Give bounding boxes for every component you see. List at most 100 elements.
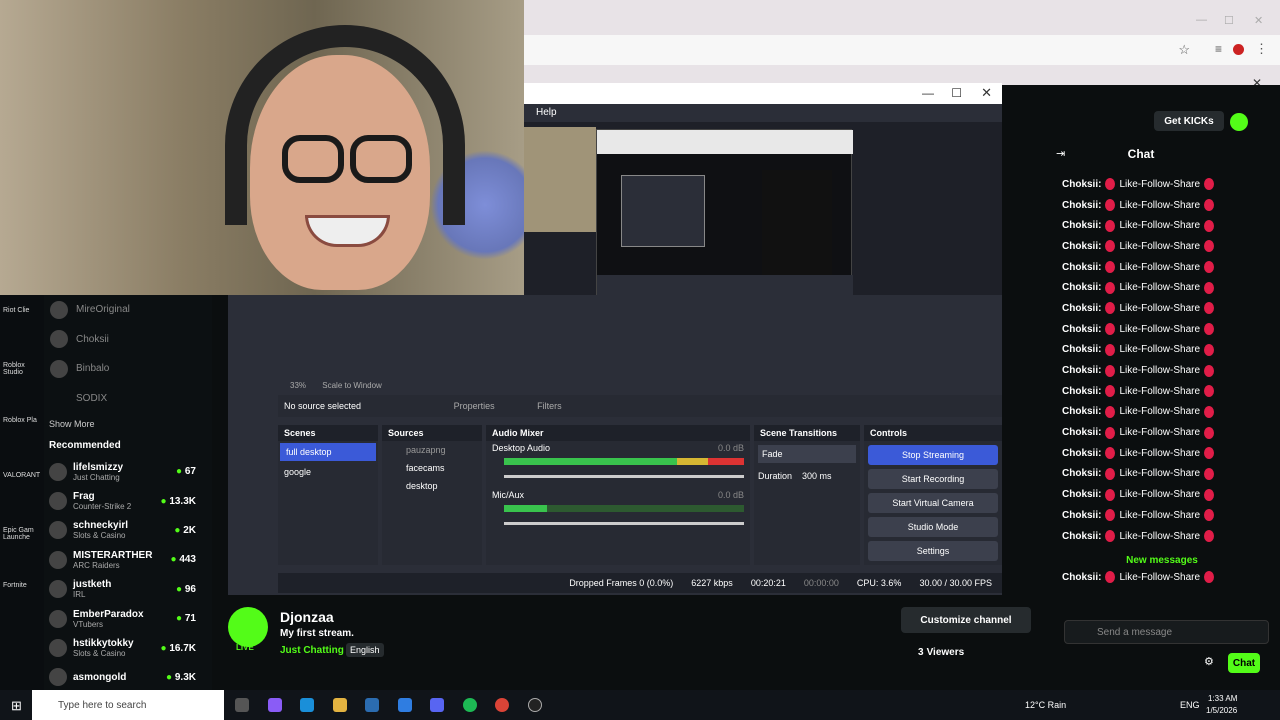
channel-name: SODIX [76, 392, 108, 404]
get-kicks-button[interactable]: Get KICKs [1154, 111, 1224, 131]
desktop-icon-label[interactable]: Riot Clie [0, 295, 44, 350]
scale-mode[interactable]: Scale to Window [322, 381, 382, 390]
live-time: 00:20:21 [750, 578, 786, 588]
spotify-icon[interactable] [463, 698, 477, 712]
obs-menubar: Help [524, 104, 1002, 122]
sources-dock: Sources pauzapng facecams desktop [382, 425, 482, 565]
source-item[interactable]: pauzapng [382, 441, 482, 459]
customize-channel-button[interactable]: Customize channel [901, 607, 1031, 633]
avatar [50, 330, 68, 349]
scene-item[interactable]: full desktop [280, 443, 376, 461]
scene-item[interactable]: google [278, 463, 378, 481]
avatar [49, 492, 67, 511]
source-item[interactable]: desktop [382, 477, 482, 495]
viewer-count: ● 67 [176, 466, 196, 478]
preview-zoom-bar[interactable]: 33% Scale to Window [284, 377, 1002, 397]
task-view-icon[interactable] [235, 698, 249, 712]
desktop-audio-label: Desktop Audio [492, 443, 551, 453]
taskbar-search[interactable]: Type here to search [32, 690, 224, 720]
channel-category: ARC Raiders [73, 560, 120, 570]
avatar [50, 389, 68, 407]
preview-webcam [524, 127, 596, 232]
avatar [49, 521, 67, 540]
obs-icon[interactable] [528, 698, 542, 712]
source-item[interactable]: facecams [382, 459, 482, 477]
desktop-volume-slider[interactable] [504, 475, 744, 478]
properties-button[interactable]: Properties [454, 401, 495, 411]
desktop-icon-label[interactable]: Fortnite [0, 570, 44, 625]
chat-message: Choksii: Like-Follow-Share [1002, 526, 1280, 547]
stream-category[interactable]: Just Chatting [280, 645, 344, 656]
viewer-count: ● 71 [176, 613, 196, 625]
chat-message: Choksii: Like-Follow-Share [1002, 422, 1280, 443]
start-virtual-camera-button[interactable]: Start Virtual Camera [868, 493, 998, 513]
maximize-icon[interactable]: ☐ [951, 86, 962, 100]
webcam-overlay [0, 0, 524, 295]
menu-icon[interactable]: ⋮ [1255, 41, 1268, 57]
stream-info: LIVE Djonzaa My first stream. Just Chatt… [212, 595, 1031, 690]
chat-input[interactable]: Send a message [1064, 620, 1269, 644]
windows-start-icon[interactable]: ⊞ [11, 698, 22, 714]
language-tag[interactable]: English [346, 643, 384, 657]
gear-icon[interactable]: ⚙ [1204, 655, 1214, 668]
chrome-icon[interactable] [495, 698, 509, 712]
language-indicator[interactable]: ENG [1180, 700, 1200, 710]
avatar [50, 359, 68, 378]
no-source-label: No source selected [284, 401, 362, 411]
maximize-icon[interactable]: ☐ [1224, 14, 1234, 27]
status-bar: Dropped Frames 0 (0.0%) 6227 kbps 00:20:… [278, 573, 1002, 593]
viewer-count: ● 443 [170, 554, 196, 566]
clock-date[interactable]: 1/5/2026 [1206, 706, 1237, 715]
menu-help[interactable]: Help [536, 107, 557, 118]
duration-label: Duration [758, 471, 793, 481]
extension-icon[interactable] [1233, 44, 1244, 55]
transition-select[interactable]: Fade [758, 445, 856, 463]
mic-volume-slider[interactable] [504, 522, 744, 525]
chat-message: Choksii: Like-Follow-Share [1002, 174, 1280, 195]
live-badge: LIVE [236, 643, 254, 652]
start-recording-button[interactable]: Start Recording [868, 469, 998, 489]
chat-message: Choksii: Like-Follow-Share [1002, 402, 1280, 423]
desktop-icon-label[interactable]: Roblox Pla [0, 405, 44, 460]
chat-message: Choksii: Like-Follow-Share [1002, 236, 1280, 257]
chat-send-button[interactable]: Chat [1228, 653, 1260, 673]
filters-button[interactable]: Filters [537, 401, 562, 411]
window-close-icon[interactable]: ✕ [1254, 14, 1263, 27]
avatar[interactable] [228, 607, 268, 647]
desktop-icons: Riot Clie Roblox Studio Roblox Pla VALOR… [0, 295, 44, 690]
channel-category: Just Chatting [73, 472, 120, 482]
channel-category: Slots & Casino [73, 649, 126, 659]
channel-name: justketh [73, 579, 112, 591]
channel-name: lifelsmizzy [73, 461, 124, 473]
desktop-icon-label[interactable]: VALORANT [0, 460, 44, 515]
clock-time[interactable]: 1:33 AM [1208, 694, 1237, 703]
outlook-icon[interactable] [398, 698, 412, 712]
desktop-icon-label[interactable]: Roblox Studio [0, 350, 44, 405]
channel-name: Frag [73, 491, 95, 503]
store-icon[interactable] [365, 698, 379, 712]
viewer-count: ● 9.3K [166, 671, 196, 683]
weather[interactable]: 12°C Rain [1025, 700, 1066, 710]
close-icon[interactable]: ✕ [981, 85, 992, 101]
studio-mode-button[interactable]: Studio Mode [868, 517, 998, 537]
folder-icon[interactable] [333, 698, 347, 712]
duration-input[interactable]: 300 ms [802, 471, 832, 481]
controls-title: Controls [864, 425, 1002, 441]
avatar [49, 668, 67, 687]
zoom-level: 33% [290, 381, 307, 390]
edge-icon[interactable] [300, 698, 314, 712]
new-messages-divider[interactable]: New messages [1057, 555, 1267, 566]
viewer-count: ● 2K [174, 524, 196, 536]
minimize-icon[interactable]: — [1196, 14, 1207, 26]
copilot-icon[interactable] [268, 698, 282, 712]
star-icon[interactable]: ☆ [1178, 42, 1190, 58]
streamer-name[interactable]: Djonzaa [280, 609, 334, 625]
desktop-icon-label[interactable]: Epic Gam Launche [0, 515, 44, 570]
media-icon[interactable]: ≡ [1215, 42, 1222, 56]
avatar[interactable] [1230, 113, 1248, 131]
minimize-icon[interactable]: — [922, 86, 934, 100]
obs-titlebar: — ☐ ✕ [524, 83, 1002, 105]
settings-button[interactable]: Settings [868, 541, 998, 561]
discord-icon[interactable] [430, 698, 444, 712]
stop-streaming-button[interactable]: Stop Streaming [868, 445, 998, 465]
